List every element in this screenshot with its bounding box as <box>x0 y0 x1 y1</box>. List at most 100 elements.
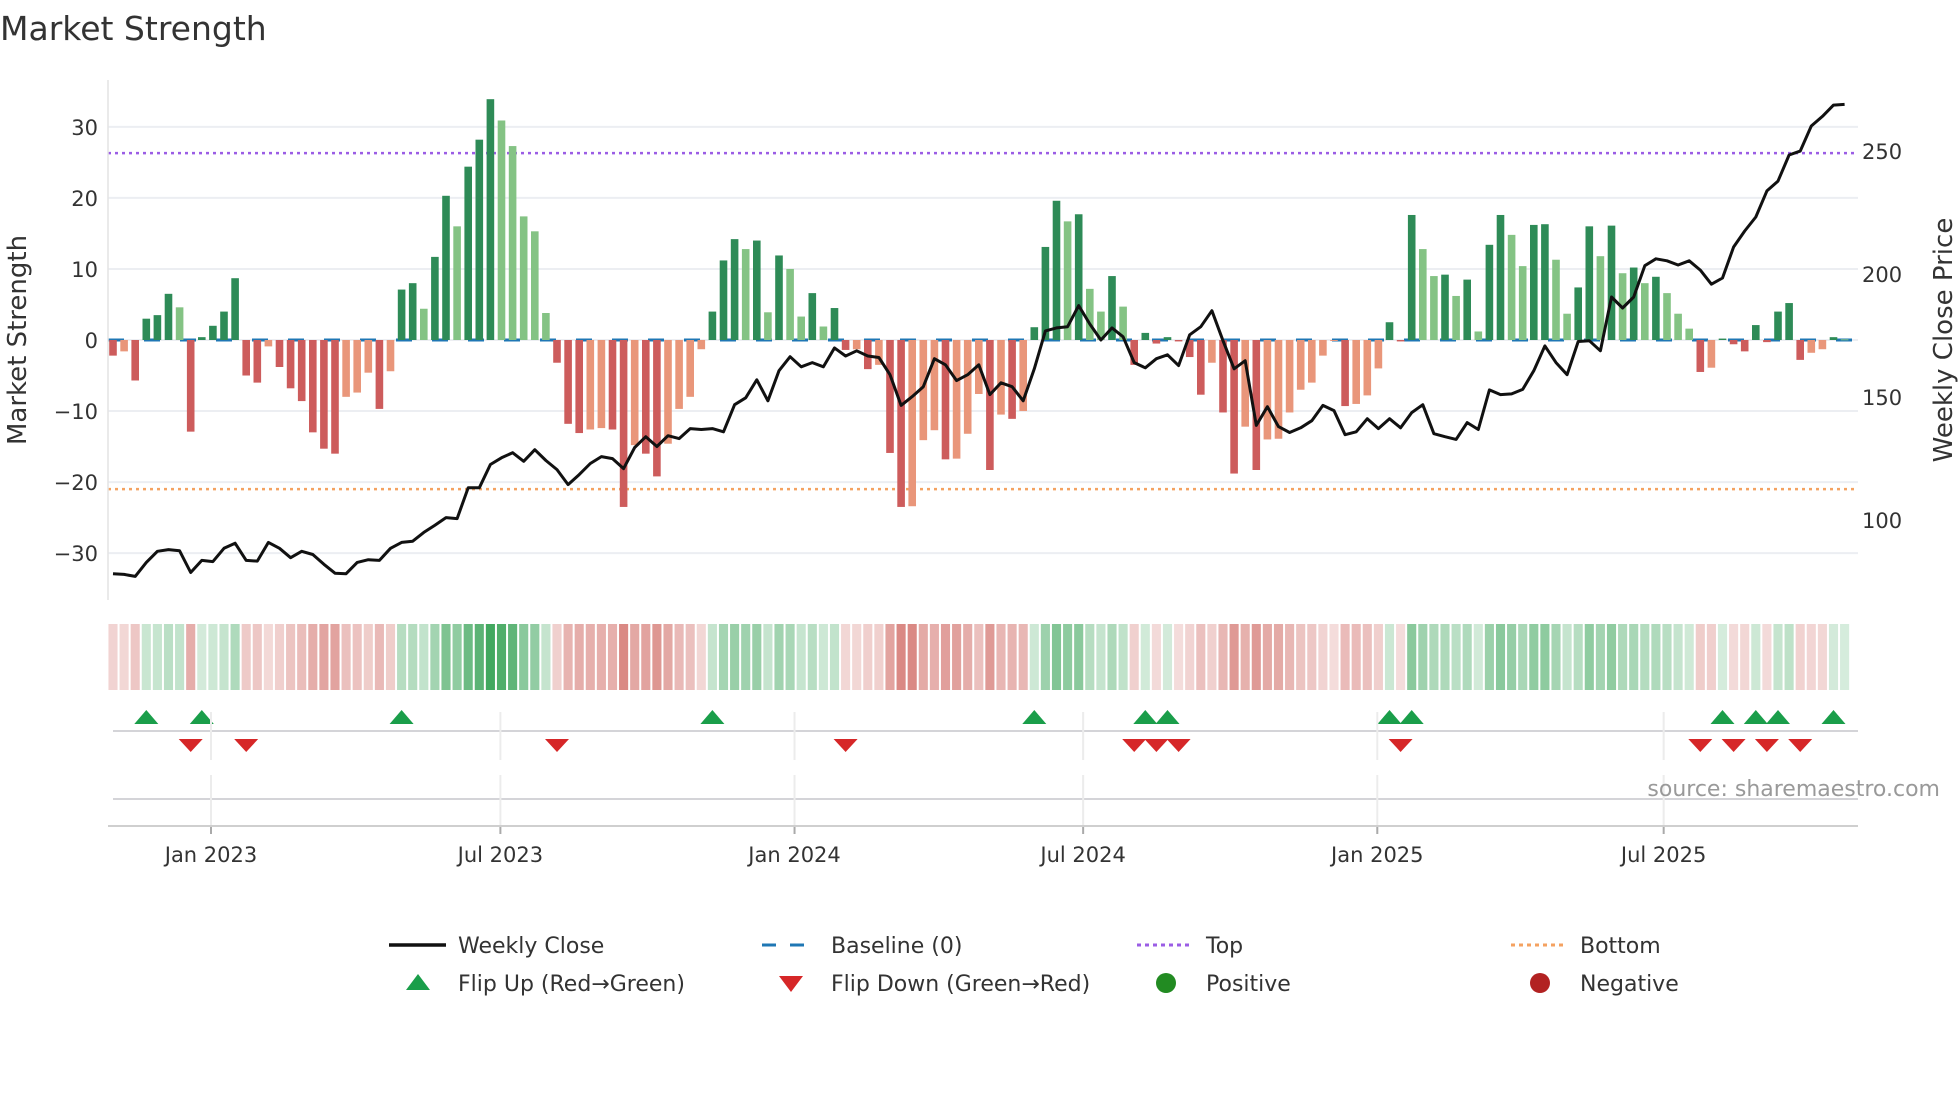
strip-cell <box>419 624 429 690</box>
strip-cell <box>929 624 939 690</box>
strip-cell <box>1074 624 1084 690</box>
strip-cell <box>508 624 518 690</box>
legend-label: Top <box>1205 934 1243 959</box>
strength-bar <box>531 231 539 340</box>
strip-cell <box>330 624 340 690</box>
strength-bar <box>320 340 328 449</box>
strip-cell <box>1595 624 1605 690</box>
flip-up-marker <box>1766 710 1790 724</box>
strip-cell <box>474 624 484 690</box>
strength-bar <box>1729 340 1738 345</box>
strip-cell <box>841 624 851 690</box>
strip-cell <box>896 624 906 690</box>
strip-cell <box>1640 624 1650 690</box>
strip-cell <box>940 624 951 690</box>
strip-cell <box>297 624 307 690</box>
strip-cell <box>918 624 928 690</box>
flip-down-marker <box>1144 739 1169 752</box>
flip-up-marker <box>389 710 414 724</box>
strip-cell <box>485 624 495 690</box>
y-tick-label: −20 <box>54 471 98 495</box>
x-tick-label: Jan 2025 <box>1329 843 1424 867</box>
strength-bar <box>542 313 550 340</box>
strip-cell <box>1207 624 1217 690</box>
strength-bar <box>1785 303 1793 340</box>
strength-bar <box>231 278 239 340</box>
strength-bar <box>1197 340 1205 395</box>
strip-cell <box>1762 624 1772 690</box>
strip-cell <box>1540 624 1550 690</box>
strip-cell <box>1706 624 1716 690</box>
strip-cell <box>1695 624 1705 690</box>
strip-cell <box>1262 624 1272 690</box>
strength-bar <box>1752 325 1760 340</box>
strength-bar <box>497 120 506 340</box>
strength-bar <box>1352 340 1360 404</box>
strength-bar <box>1341 340 1349 407</box>
strength-bar <box>1740 340 1749 352</box>
strength-bar <box>386 340 395 372</box>
strip-cell <box>197 624 207 690</box>
strip-cell <box>397 624 407 690</box>
strip-cell <box>1817 624 1827 690</box>
strength-bar <box>1563 313 1571 340</box>
strip-cell <box>1373 624 1383 690</box>
flip-down-marker <box>1754 739 1779 752</box>
x-axis: Jan 2023 Jul 2023 Jan 2024 Jul 2024 Jan 2025… <box>108 712 1858 867</box>
strength-bar <box>697 340 706 350</box>
strip-cell <box>163 624 174 690</box>
strip-cell <box>308 624 318 690</box>
strip-cell <box>452 624 462 690</box>
strength-bar <box>120 340 128 352</box>
strip-cell <box>963 624 973 690</box>
strength-bar <box>1463 279 1471 340</box>
strip-cell <box>1329 624 1339 690</box>
strip-cell <box>1362 624 1372 690</box>
strength-bar <box>142 318 151 340</box>
chart-title: Market Strength <box>0 9 267 48</box>
strip-cell <box>1651 624 1661 690</box>
strip-cell <box>230 624 240 690</box>
strip-cell <box>1285 624 1295 690</box>
strength-bar <box>309 340 317 433</box>
legend-item: Weekly Close <box>389 934 604 959</box>
strength-bar <box>1086 288 1094 340</box>
strength-bar <box>275 340 284 367</box>
strength-bar <box>819 326 828 340</box>
strip-cell <box>829 624 840 690</box>
strip-cell <box>263 624 273 690</box>
strength-bar <box>830 308 839 340</box>
flip-up-marker <box>1399 710 1424 724</box>
strip-cell <box>519 624 529 690</box>
strip-cell <box>374 624 384 690</box>
flip-markers <box>113 710 1858 800</box>
legend-item: Positive <box>1156 972 1291 997</box>
strength-bar <box>198 337 206 340</box>
strength-bar <box>153 315 162 340</box>
x-tick-label: Jul 2024 <box>1038 843 1125 867</box>
strip-cell <box>463 624 473 690</box>
strip-cell <box>1773 624 1783 690</box>
strip-cell <box>996 624 1006 690</box>
strip-cell <box>607 624 618 690</box>
strip-cell <box>1051 624 1062 690</box>
strength-bar <box>886 340 894 453</box>
strength-bar <box>1507 234 1516 340</box>
strip-cell <box>652 624 662 690</box>
strength-bar <box>1574 287 1582 340</box>
strength-bar <box>963 340 972 434</box>
strip-cell <box>641 624 651 690</box>
strip-cell <box>1096 624 1106 690</box>
strength-bar <box>1052 200 1061 340</box>
strength-bar <box>109 340 117 356</box>
reference-lines <box>108 151 1858 491</box>
strip-cell <box>1318 624 1328 690</box>
strength-bar <box>708 311 717 340</box>
legend-label: Negative <box>1580 972 1679 997</box>
y-tick-label: −10 <box>54 400 98 424</box>
strength-bar <box>1363 340 1372 396</box>
strength-bar <box>1430 276 1438 340</box>
flip-down-marker <box>1166 739 1191 752</box>
legend-label: Baseline (0) <box>831 934 962 959</box>
strip-cell <box>241 624 251 690</box>
